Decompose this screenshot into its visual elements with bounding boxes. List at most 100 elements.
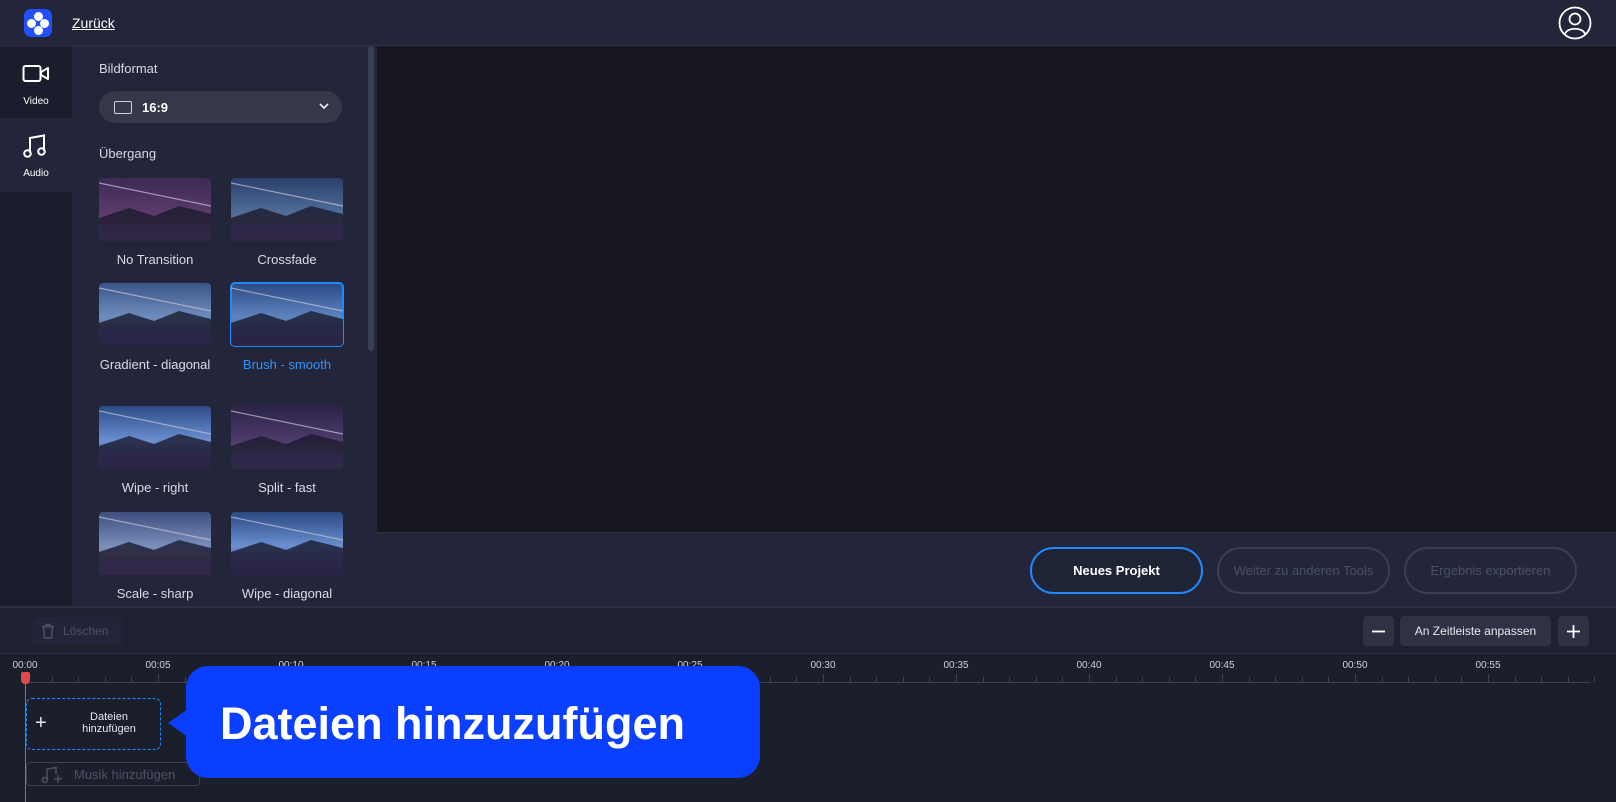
tick-label: 00:30 [810,660,836,671]
tick-mark [1222,674,1223,682]
back-link[interactable]: Zurück [72,15,115,31]
tick-mark [1434,677,1436,682]
new-project-button[interactable]: Neues Projekt [1030,547,1203,594]
transition-label: Split - fast [258,480,316,495]
transition-label: Scale - sharp [116,586,194,601]
plus-icon [1567,625,1580,638]
delete-label: Löschen [63,624,109,638]
transition-title: Übergang [99,146,157,161]
tick-mark [769,677,771,682]
user-circle-icon[interactable] [1558,6,1592,40]
tick-label: 00:50 [1342,660,1368,671]
transition-tile[interactable]: Gradient - diagonal [99,283,211,373]
aspect-ratio-value: 16:9 [142,100,169,115]
tick-mark [796,677,798,682]
tick-mark [1567,677,1569,682]
tick-mark [1514,677,1516,682]
transition-tile[interactable]: Wipe - right [99,406,211,496]
tick-mark [1115,677,1117,682]
export-button[interactable]: Ergebnis exportieren [1404,547,1577,594]
rail-item-audio[interactable]: Audio [0,118,72,192]
tick-mark [982,677,984,682]
transition-label: Wipe - right [121,480,189,495]
transition-tile[interactable]: No Transition [99,178,211,268]
transition-label: Brush - smooth [242,357,332,372]
tick-mark [1488,674,1489,682]
delete-button[interactable]: Löschen [33,617,123,645]
transition-thumbnail [231,178,343,241]
tick-mark [131,677,133,682]
action-bar: Neues Projekt Weiter zu anderen Tools Er… [377,532,1616,606]
trash-icon [42,623,54,639]
rail-item-label: Video [23,96,49,107]
format-title: Bildformat [99,61,158,76]
fit-timeline-button[interactable]: An Zeitleiste anpassen [1400,616,1551,646]
rail-item-video[interactable]: Video [0,46,72,120]
transition-thumbnail [231,406,343,469]
transition-label: Crossfade [257,252,317,267]
transition-label: Gradient - diagonal [99,357,211,372]
video-preview [377,46,1616,532]
tick-mark [1541,677,1543,682]
plus-icon: + [35,712,47,734]
zoom-out-button[interactable] [1363,616,1394,646]
transition-tile[interactable]: Wipe - diagonal [231,512,343,602]
tick-mark [1035,677,1037,682]
panel-scrollbar[interactable] [368,46,374,351]
top-bar: Zurück [0,0,1616,46]
add-files-label: Dateien hinzufügen [82,711,136,735]
tick-mark [51,677,53,682]
tick-mark [1408,677,1410,682]
tick-mark [1089,674,1090,682]
tick-mark [929,677,931,682]
aspect-ratio-select[interactable]: 16:9 [99,91,342,123]
tick-label: 00:40 [1076,660,1102,671]
tick-mark [823,674,824,682]
tick-mark [104,677,106,682]
tick-mark [1301,677,1303,682]
transition-tile[interactable]: Brush - smooth [230,282,344,373]
add-music-label: Musik hinzufügen [74,767,176,782]
tick-mark [1009,677,1011,682]
add-music-button[interactable]: Musik hinzufügen [26,762,200,786]
transition-tile[interactable]: Scale - sharp [99,512,211,602]
tick-mark [184,677,186,682]
timeline-toolbar: Löschen An Zeitleiste anpassen [0,608,1616,654]
add-files-button[interactable]: + Dateien hinzufügen [26,698,161,750]
tick-label: 00:35 [943,660,969,671]
tick-label: 00:55 [1475,660,1501,671]
tick-mark [1381,677,1383,682]
tick-mark [1168,677,1170,682]
music-add-icon [41,766,62,784]
transition-tile[interactable]: Crossfade [231,178,343,268]
tick-mark [876,677,878,682]
transition-thumbnail [99,406,211,469]
transition-thumbnail [99,283,211,346]
left-rail: Video Audio [0,46,72,606]
tick-mark [1195,677,1197,682]
transition-thumbnail [231,512,343,575]
other-tools-button[interactable]: Weiter zu anderen Tools [1217,547,1390,594]
tick-mark [158,674,159,682]
tick-mark [956,674,957,682]
app-logo-icon[interactable] [24,9,52,37]
tick-mark [78,677,80,682]
tick-mark [1062,677,1064,682]
tick-mark [902,677,904,682]
aspect-ratio-icon [114,101,132,114]
settings-panel: Bildformat 16:9 Übergang No Transition Cr… [72,46,377,606]
transition-tile[interactable]: Split - fast [231,406,343,496]
zoom-in-button[interactable] [1558,616,1589,646]
music-note-icon [23,134,46,158]
chevron-down-icon [319,103,329,110]
tick-mark [1275,677,1277,682]
tick-mark [1142,677,1144,682]
tick-mark [1594,677,1596,682]
callout-text: Dateien hinzuzufügen [220,698,685,749]
app-root: Zurück Video Audio Bildformat 16:9 Überg… [0,0,1616,802]
tick-mark [1461,677,1463,682]
tick-label: 00:00 [12,660,38,671]
transition-label: Wipe - diagonal [241,586,333,601]
tick-mark [849,677,851,682]
transition-thumbnail [99,512,211,575]
